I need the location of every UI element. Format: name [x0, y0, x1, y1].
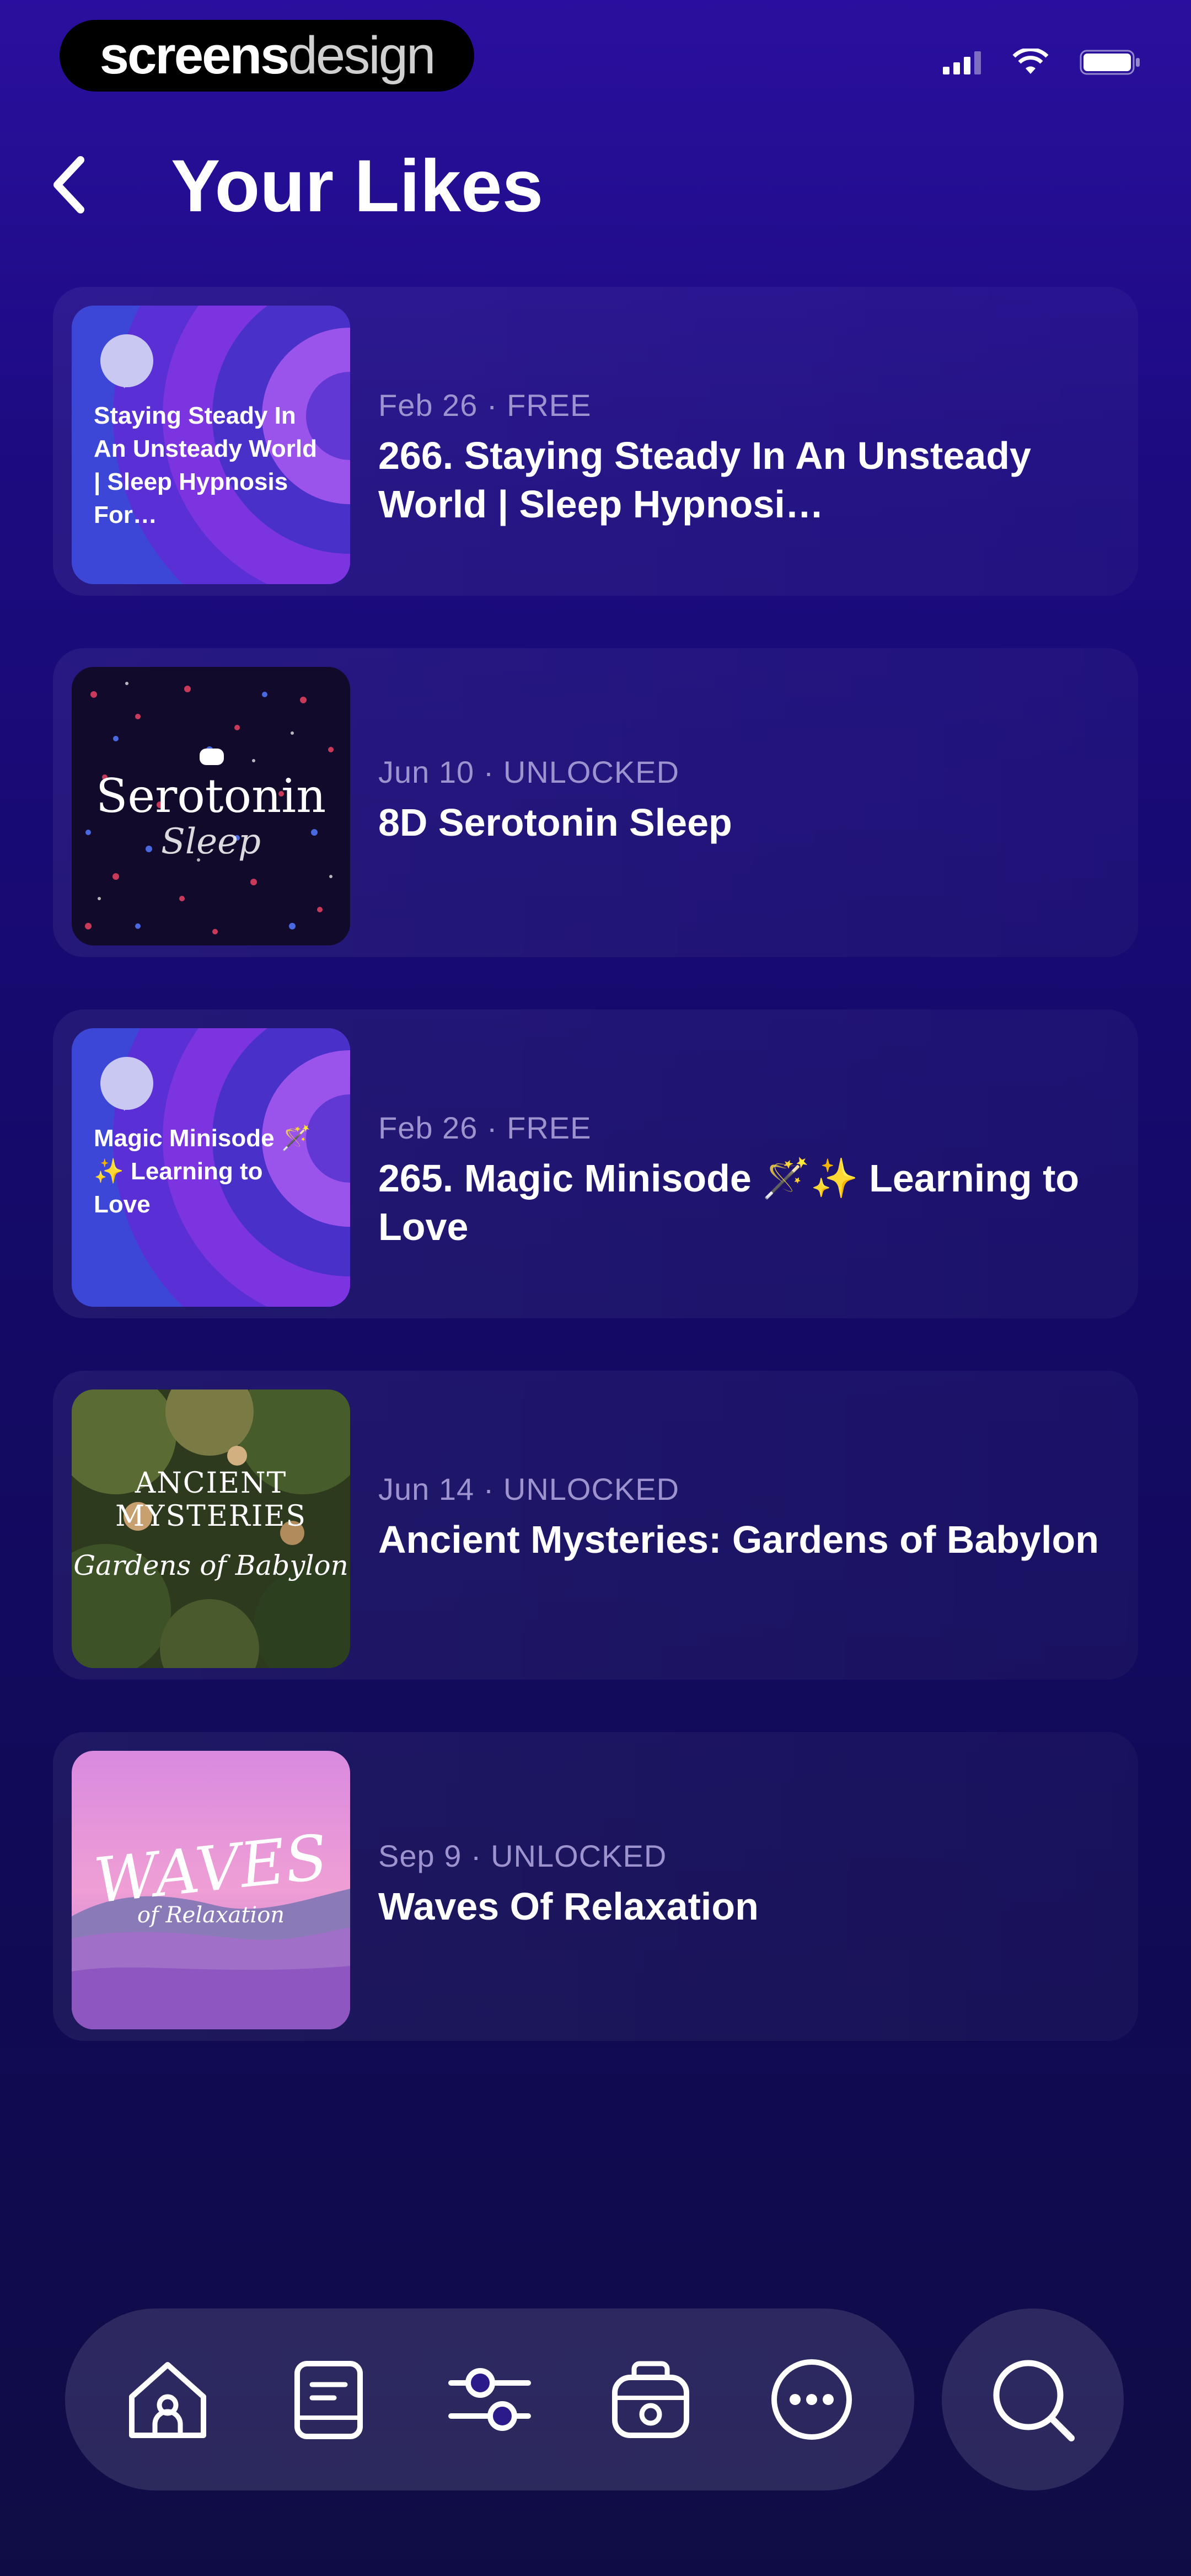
system-icons — [943, 47, 1141, 79]
search-button[interactable] — [942, 2308, 1124, 2491]
episode-date: Feb 26 · FREE — [378, 388, 592, 423]
list-item[interactable]: Magic Minisode 🪄✨ Learning to Love Feb 2… — [53, 1009, 1138, 1318]
wifi-icon — [1012, 47, 1049, 79]
library-icon — [294, 2361, 363, 2439]
tab-library[interactable] — [273, 2344, 384, 2455]
artwork-subtitle: of Relaxation — [137, 1902, 285, 1928]
episode-artwork: WAVES of Relaxation — [72, 1751, 350, 2029]
episode-meta: Sep 9 · UNLOCKED Waves Of Relaxation — [378, 1837, 1117, 1931]
episode-date: Jun 10 · UNLOCKED — [378, 755, 680, 789]
episode-title: Waves Of Relaxation — [378, 1885, 759, 1928]
screensdesign-badge: screens design — [60, 20, 474, 92]
episode-date: Sep 9 · UNLOCKED — [378, 1839, 667, 1873]
search-icon — [993, 2360, 1075, 2441]
list-item[interactable]: WAVES of Relaxation Sep 9 · UNLOCKED Wav… — [53, 1732, 1138, 2041]
episode-artwork: Serotonin Sleep — [72, 667, 350, 945]
artwork-title: Serotonin — [95, 769, 326, 823]
more-icon — [771, 2359, 852, 2440]
episode-date: Jun 14 · UNLOCKED — [378, 1472, 680, 1506]
back-button[interactable] — [39, 154, 99, 215]
episode-title: 8D Serotonin Sleep — [378, 801, 732, 844]
tab-home[interactable] — [112, 2344, 223, 2455]
tab-radio[interactable] — [596, 2344, 706, 2455]
list-item[interactable]: Serotonin Sleep Jun 10 · UNLOCKED 8D Ser… — [53, 648, 1138, 957]
battery-icon — [1080, 49, 1141, 79]
episode-artwork: Staying Steady In An Unsteady World | Sl… — [72, 306, 350, 584]
badge-text-bold: screens — [99, 26, 290, 85]
episode-meta: Feb 26 · FREE 266. Staying Steady In An … — [378, 386, 1117, 528]
artwork-caption: Magic Minisode 🪄✨ Learning to Love — [94, 1125, 312, 1218]
tab-more[interactable] — [757, 2344, 867, 2455]
episode-title: Ancient Mysteries: Gardens of Babylon — [378, 1518, 1099, 1561]
sliders-icon — [448, 2368, 531, 2431]
chevron-left-icon — [53, 156, 84, 213]
status-bar: screens design — [0, 17, 1191, 99]
episode-meta: Jun 10 · UNLOCKED 8D Serotonin Sleep — [378, 753, 1117, 847]
list-item[interactable]: ANCIENT MYSTERIES Gardens of Babylon Jun… — [53, 1371, 1138, 1680]
episode-date: Feb 26 · FREE — [378, 1110, 592, 1145]
badge-text-light: design — [288, 26, 436, 85]
tab-bar — [65, 2308, 914, 2491]
episode-meta: Feb 26 · FREE 265. Magic Minisode 🪄✨ Lea… — [378, 1109, 1117, 1251]
artwork-title: ANCIENT MYSTERIES — [115, 1467, 307, 1533]
page-title: Your Likes — [171, 145, 544, 227]
list-item[interactable]: Staying Steady In An Unsteady World | Sl… — [53, 287, 1138, 596]
episode-meta: Jun 14 · UNLOCKED Ancient Mysteries: Gar… — [378, 1470, 1117, 1564]
artwork-subtitle: Sleep — [160, 821, 261, 862]
signal-icon — [943, 50, 981, 77]
artwork-caption: Staying Steady In An Unsteady World | Sl… — [94, 402, 318, 528]
episode-title: 265. Magic Minisode 🪄✨ Learning to Love — [378, 1157, 1080, 1248]
artwork-subtitle: Gardens of Babylon — [73, 1549, 348, 1581]
likes-list: Staying Steady In An Unsteady World | Sl… — [53, 287, 1138, 2093]
page-header: Your Likes — [0, 132, 1191, 243]
tab-mixer[interactable] — [434, 2344, 545, 2455]
episode-artwork: ANCIENT MYSTERIES Gardens of Babylon — [72, 1389, 350, 1668]
radio-icon — [612, 2361, 689, 2438]
episode-title: 266. Staying Steady In An Unsteady World… — [378, 434, 1031, 526]
episode-artwork: Magic Minisode 🪄✨ Learning to Love — [72, 1028, 350, 1307]
home-icon — [129, 2362, 206, 2438]
